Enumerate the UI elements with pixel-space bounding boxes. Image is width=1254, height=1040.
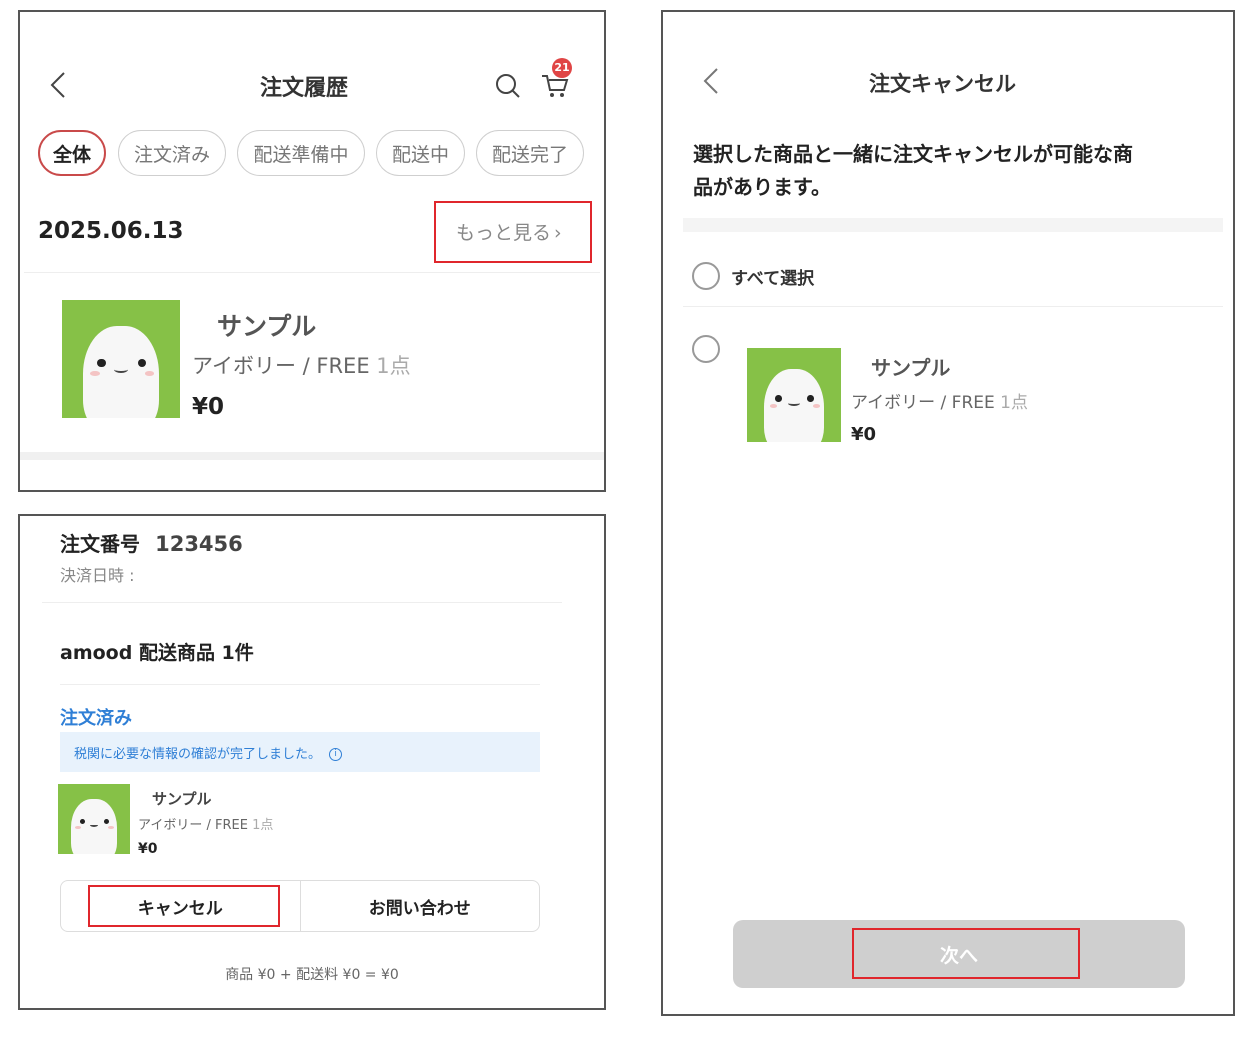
tab-delivered[interactable]: 配送完了 [476,130,584,176]
product-name: サンプル [217,312,317,341]
order-history-panel: 注文履歴 21 全体 注文済み 配送準備中 配送中 配送完了 2025.06.1… [18,10,606,492]
notice-text: 税関に必要な情報の確認が完了しました。 [74,747,322,762]
highlight-box [852,928,1080,979]
cancel-heading: 選択した商品と一緒に注文キャンセルが可能な商 品があります。 [693,138,1133,204]
divider [42,602,562,603]
order-number-row: 注文番号 123456 [60,528,243,557]
shipment-title: amood 配送商品 1件 [60,642,254,664]
section-separator [683,218,1223,232]
order-detail-panel: 注文番号 123456 決済日時 : amood 配送商品 1件 注文済み 税関… [18,514,606,1010]
product-radio[interactable] [692,335,720,363]
select-all-radio[interactable] [692,262,720,290]
product-image [62,300,180,418]
info-icon[interactable]: i [329,748,343,761]
highlight-box [434,201,592,263]
product-name: サンプル [871,356,951,380]
product-price: ¥0 [192,394,225,420]
tab-shipping[interactable]: 配送中 [376,130,465,176]
order-cancel-panel: 注文キャンセル 選択した商品と一緒に注文キャンセルが可能な商 品があります。 す… [661,10,1235,1016]
product-price: ¥0 [851,424,877,445]
option-text: アイボリー / FREE [851,393,995,413]
divider [24,272,600,273]
price-summary: 商品 ¥0 + 配送料 ¥0 = ¥0 [225,967,399,983]
order-number-label: 注文番号 [60,532,140,556]
quantity-text: 1点 [252,818,274,833]
tab-ordered[interactable]: 注文済み [118,130,226,176]
bottom-scroll-edge [20,452,604,460]
select-all-label[interactable]: すべて選択 [731,264,814,289]
highlight-box [88,885,280,927]
product-option: アイボリー / FREE 1点 [192,350,411,380]
product-image [58,784,130,854]
divider [683,306,1223,307]
product-option: アイボリー / FREE 1点 [138,814,273,833]
option-text: アイボリー / FREE [192,354,370,378]
option-text: アイボリー / FREE [138,818,248,833]
cart-count-badge: 21 [552,58,572,78]
product-name: サンプル [152,790,212,808]
page-title: 注文キャンセル [869,72,1016,96]
order-status: 注文済み [60,708,132,729]
product-image [747,348,841,442]
product-option: アイボリー / FREE 1点 [851,388,1028,413]
order-date: 2025.06.13 [38,218,184,244]
quantity-text: 1点 [1000,393,1028,413]
product-price: ¥0 [138,841,158,857]
back-icon[interactable] [699,66,723,96]
tab-all[interactable]: 全体 [38,130,106,176]
inquiry-button[interactable]: お問い合わせ [301,881,540,931]
tab-preparing[interactable]: 配送準備中 [237,130,365,176]
quantity-text: 1点 [376,354,411,378]
order-number: 123456 [155,532,243,556]
divider [60,684,540,685]
heading-line: 品があります。 [693,175,831,199]
heading-line: 選択した商品と一緒に注文キャンセルが可能な商 [693,142,1133,166]
search-icon[interactable] [494,72,522,100]
customs-notice: 税関に必要な情報の確認が完了しました。 i [60,732,540,772]
payment-date-label: 決済日時 : [60,566,135,585]
